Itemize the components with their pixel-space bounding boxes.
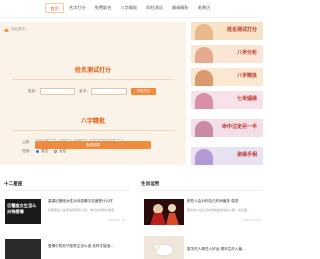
article-thumbnail[interactable] [144,236,184,259]
banner-label: 命中注定另一半 [221,124,257,130]
male-radio[interactable] [36,150,39,153]
surname-input[interactable] [40,88,75,95]
article-title[interactable]: 爱情中的双子座男生怎么追 怎样才能追... [48,244,114,249]
banner-bazi-detail[interactable]: 八字精批 [191,68,263,86]
divider [4,190,130,191]
nav-item-home[interactable]: 首页 [45,3,65,13]
banner-name-test[interactable]: 姓名测试打分 [191,22,263,40]
sheep-illustration [144,236,184,259]
breadcrumb: 测名首页 › [4,27,28,32]
banner-seven-lives[interactable]: 七世姻缘 [191,91,263,109]
banner-bazi-analysis[interactable]: 八字分析 [191,45,263,63]
zodiac-section-title: 十二星座 [4,182,23,187]
banner-label: 姓名测试打分 [226,27,257,33]
nav-item-name-score[interactable]: 名字打分 [64,3,90,13]
opera-figure-illustration [144,199,184,225]
figure-illustration [195,47,213,63]
banner-label: 姿缘手相 [236,152,257,158]
banner-palm-reading[interactable]: 姿缘手相 [191,147,263,165]
banner-destined-partner[interactable]: 命中注定另一半 [191,119,263,137]
banner-label: 八字分析 [236,50,257,56]
figure-illustration [195,93,213,109]
given-name-input[interactable] [91,88,127,95]
divider [141,190,263,191]
article-thumbnail[interactable] [5,239,41,259]
banner-label: 七世姻缘 [236,96,257,102]
article-title[interactable]: 高端巨蟹座女性对待感情中态度是什么样 [48,199,113,204]
chinese-zodiac-section-title: 生肖运势 [141,182,160,187]
breadcrumb-home[interactable]: 测名首页 [11,27,25,32]
divider [12,130,174,131]
banner-label: 八字精批 [236,73,257,79]
top-nav: 首页 名字打分 免费取名 八字精批 四柱测试 姻缘解析 老黄历 [0,0,263,18]
article-thumbnail[interactable] [144,199,184,225]
figure-illustration [195,121,213,137]
figure-illustration [195,70,213,86]
female-radio[interactable] [54,150,57,153]
nav-item-four-pillars[interactable]: 四柱测试 [142,3,168,13]
free-calc-button[interactable]: 免费测算 [35,141,151,149]
nav-item-marriage[interactable]: 姻缘解析 [167,3,193,13]
article-title[interactable]: 属羊的人哪些人好运 哪年生的人最... [187,247,245,252]
thumbnail-caption: 巨蟹座女生怎么 对待感情 [7,203,37,214]
figure-illustration [195,149,213,165]
given-name-label: 名字： [79,89,90,93]
breadcrumb-separator: › [27,27,29,32]
nav-item-free-naming[interactable]: 免费取名 [90,3,116,13]
figure-illustration [195,24,213,40]
nav-item-almanac[interactable]: 老黄历 [193,3,215,13]
article-date: 2020-01-15 [243,218,261,222]
article-thumbnail[interactable]: 巨蟹座女生怎么 对待感情 [5,199,41,224]
divider [12,79,174,80]
male-label: 男性 [41,149,49,153]
surname-label: 姓氏： [28,89,39,93]
birth-label: 公历： [22,140,33,144]
home-icon [4,28,9,32]
start-score-button[interactable]: 开始打分 [131,88,156,95]
gender-label: 性别： [22,149,33,153]
name-test-title: 姓名测试打分 [74,67,111,74]
bazi-title: 八字精批 [80,118,105,125]
nav-item-bazi[interactable]: 八字精批 [116,3,142,13]
article-date: 2020-01-15 [108,218,126,222]
nav-list: 首页 名字打分 免费取名 八字精批 四柱测试 姻缘解析 老黄历 [45,3,215,13]
article-title[interactable]: 那些人会对你告白时间最多 属虎 [187,199,238,204]
article-desc: 巨蟹座女人是非常有情有义的，他们在感情中很会... [48,208,117,212]
female-label: 女性 [59,149,67,153]
article-desc: 属虎的人在生活中经常是非常好心肠，在外面... [187,208,250,212]
